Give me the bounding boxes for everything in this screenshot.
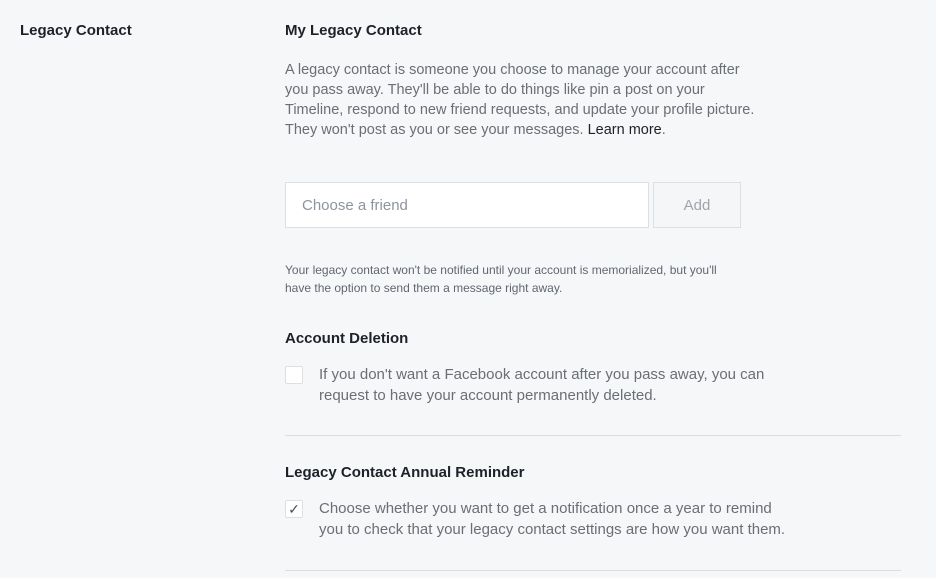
note-line: Your legacy contact won't be notified un…: [285, 263, 717, 277]
learn-more-link[interactable]: Learn more: [588, 122, 662, 138]
option-line: If you don't want a Facebook account aft…: [319, 366, 765, 383]
description-line: you pass away. They'll be able to do thi…: [285, 82, 705, 98]
description-line: Timeline, respond to new friend requests…: [285, 102, 755, 118]
description-text: They won't post as you or see your messa…: [285, 122, 584, 138]
description-line: A legacy contact is someone you choose t…: [285, 62, 740, 78]
annual-reminder-heading: Legacy Contact Annual Reminder: [285, 464, 525, 481]
annual-reminder-checkbox[interactable]: ✓: [285, 500, 303, 518]
my-legacy-contact-heading: My Legacy Contact: [285, 22, 422, 39]
divider: [285, 435, 901, 436]
settings-panel: Legacy Contact My Legacy Contact A legac…: [0, 0, 936, 578]
option-line: you to check that your legacy contact se…: [319, 521, 786, 538]
note-line: have the option to send them a message r…: [285, 281, 563, 295]
option-line: request to have your account permanently…: [319, 387, 657, 404]
choose-friend-input[interactable]: [285, 182, 649, 228]
checkmark-icon: ✓: [288, 501, 300, 517]
add-button[interactable]: Add: [653, 182, 741, 228]
legacy-contact-description: A legacy contact is someone you choose t…: [285, 60, 897, 140]
period: .: [661, 122, 666, 138]
account-deletion-checkbox[interactable]: [285, 366, 303, 384]
section-label: Legacy Contact: [20, 22, 132, 39]
annual-reminder-text: Choose whether you want to get a notific…: [319, 498, 905, 540]
option-line: Choose whether you want to get a notific…: [319, 500, 772, 517]
description-line: They won't post as you or see your messa…: [285, 120, 897, 140]
divider: [285, 570, 901, 571]
legacy-contact-note: Your legacy contact won't be notified un…: [285, 261, 897, 297]
account-deletion-heading: Account Deletion: [285, 330, 409, 347]
account-deletion-text: If you don't want a Facebook account aft…: [319, 364, 905, 406]
